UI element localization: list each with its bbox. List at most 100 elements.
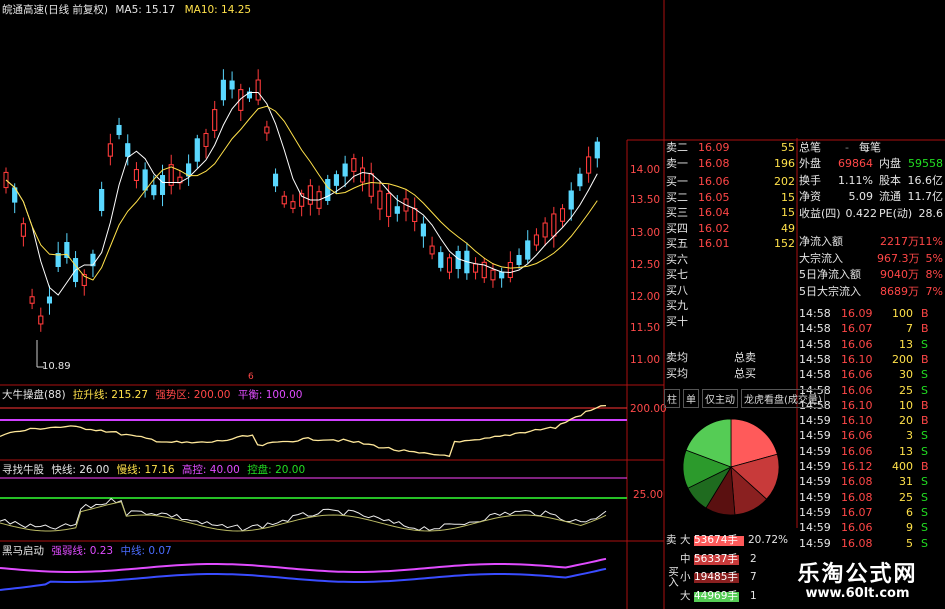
flow-value: 967.3万 [877,251,920,265]
pie-tabs: 柱单仅主动 龙虎看盘(成交量) [664,389,828,408]
order-level-label: 卖一 [666,156,688,170]
flow-pct: 11% [918,235,943,248]
candle-body [516,254,522,266]
order-row[interactable]: 卖二 16.09 55 [664,140,797,156]
candle-body [560,208,566,222]
period-marker: 6 [248,372,254,382]
flow-row: 5日大宗流入 8689万 7% [797,284,945,300]
flow-pct: 7% [925,284,943,298]
total-sell-label: 总卖 [734,351,756,364]
candle-body [142,169,148,191]
order-price: 16.01 [698,237,730,250]
candle-body [490,269,496,281]
candle-body [594,141,600,159]
order-row[interactable]: 买八 [664,283,797,299]
flow-key: 净流入额 [799,235,843,248]
order-volume: 15 [781,190,795,204]
price-tick: 11.00 [630,354,661,366]
trade-price: 16.08 [841,536,873,550]
price-tick: 12.50 [630,259,661,271]
indicator1-name: 大牛操盘(88) [2,389,66,401]
order-row[interactable]: 买六 [664,252,797,268]
indicator1-line1: 拉升线: 215.27 [72,389,149,401]
candle-body [473,263,479,273]
order-price: 16.06 [698,175,730,188]
candle-body [499,271,505,279]
stat-value: 1.11% [838,173,873,187]
indicator3-plot [0,557,607,591]
stat-key2: 内盘 [879,157,901,170]
indicator1-axis-label: 200.00 [630,403,667,415]
order-volume: 55 [781,141,795,154]
candle-body [273,173,279,187]
candle-body [420,223,426,237]
stat-key: 收益(四) [799,206,841,220]
stat-key2: PE(动) [879,206,913,220]
stat-value2: 28.6 [918,206,944,220]
candle-body [107,143,113,157]
candle-body [412,208,418,222]
order-price: 16.04 [698,206,730,219]
price-tick: 12.00 [630,291,661,303]
candle-body [525,240,531,260]
indicator2-line1: 快线: 26.00 [51,464,110,476]
candle-body [203,133,209,147]
order-row[interactable]: 买一 16.06 202 [664,174,797,190]
candle-body [133,169,139,181]
price-tick: 13.00 [630,227,661,239]
candle-body [212,109,218,131]
pie-tab[interactable]: 龙虎看盘(成交量) [741,389,825,408]
candle-body [160,175,166,195]
legend-value: 19485手 [694,571,738,583]
indicator1-line2: 强势区: 200.00 [155,389,231,401]
indicator1-line3: 平衡: 100.00 [237,389,303,401]
indicator2-plot [0,477,627,532]
order-row[interactable]: 买三 16.04 15 [664,205,797,221]
flow-key: 5日净流入额 [799,268,861,281]
total-buy-label: 总买 [734,367,756,380]
chart-header: 皖通高速(日线 前复权) MA5: 15.17 MA10: 14.25 [2,2,251,17]
pie-tab[interactable]: 仅主动 [702,389,738,408]
indicator2-line2: 慢线: 17.16 [116,464,175,476]
flow-pct: 8% [925,268,943,281]
candle-body [351,158,357,172]
candle-body [29,296,35,304]
indicator3-header: 黑马启动 强弱线: 0.23 中线: 0.07 [2,543,172,558]
candle-body [194,138,200,162]
order-row[interactable]: 买二 16.05 15 [664,190,797,206]
stat-key2: 流通 [879,190,901,203]
pie-tab[interactable]: 单 [683,389,699,408]
flow-row: 5日净流入额 9040万 8% [797,267,945,283]
order-row[interactable]: 买五 16.01 152 [664,236,797,252]
order-row[interactable]: 买七 [664,267,797,283]
order-row[interactable]: 买九 [664,298,797,314]
trade-volume: 5 [906,536,913,550]
stock-title: 皖通高速(日线 前复权) [2,4,109,16]
indicator2-axis-label: 25.00 [633,489,664,501]
trade-row[interactable]: 14:59 16.08 5 S [797,535,945,552]
weibi-label: 总笔 [799,141,821,154]
pie-tab[interactable]: 柱 [664,389,680,408]
buy-avg-label: 买均 [666,367,688,380]
volume-pie-chart [682,418,780,516]
order-row[interactable]: 卖一 16.08 196 [664,156,797,172]
order-row[interactable]: 买十 [664,314,797,330]
order-level-label: 买八 [666,283,688,297]
stat-key: 外盘 [799,157,821,170]
stat-value: 0.422 [845,206,878,220]
flow-key: 大宗流入 [799,251,843,265]
candle-body [116,124,122,136]
order-volume: 152 [774,237,795,250]
indicator2-line4: 控盘: 20.00 [247,464,306,476]
order-price: 16.05 [698,190,730,204]
order-row[interactable]: 买四 16.02 49 [664,221,797,237]
order-volume: 196 [774,156,795,170]
candle-body [577,173,583,187]
ind2-slow-line [0,501,607,532]
ind2-fast-line [0,497,607,532]
candle-body [429,245,435,255]
order-price: 16.09 [698,141,730,154]
stat-value: 69864 [838,157,873,170]
order-level-label: 买六 [666,252,688,266]
flow-value: 8689万 [880,284,919,298]
